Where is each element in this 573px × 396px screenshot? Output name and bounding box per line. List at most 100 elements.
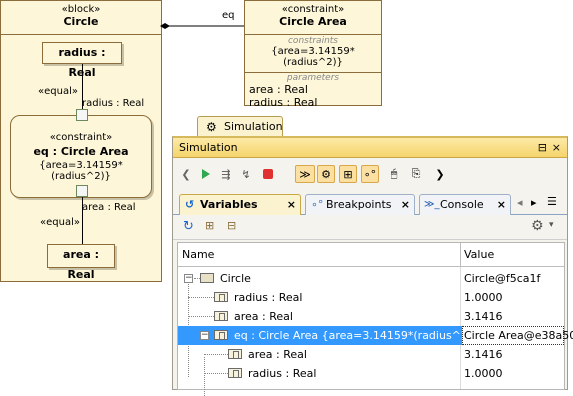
table-row[interactable]: radius : Real 1.0000 (178, 364, 564, 383)
column-header-value[interactable]: Value (464, 243, 494, 267)
simulation-window: Simulation ⊟ × ❮ ⇶ ↯ ≫ ⚙ ⊞ ∘° 🖱 ⎘ ❯ ↺ Va… (172, 136, 573, 396)
circle-block-header: «block» Circle (1, 1, 161, 35)
area-port-label: area : Real (82, 202, 136, 213)
row-value: Circle Area@e38a50 (462, 326, 573, 345)
property-icon (214, 311, 228, 321)
close-icon[interactable]: × (497, 195, 506, 214)
chevron-right-icon[interactable]: ❯ (431, 165, 449, 183)
collapse-icon[interactable]: − (184, 274, 193, 283)
simulation-toolbar: ❮ ⇶ ↯ ≫ ⚙ ⊞ ∘° 🖱 ⎘ ❯ (173, 159, 567, 189)
variables-table: Name Value − Circle Circle@f5ca1f radius… (177, 242, 573, 396)
mouse-icon[interactable]: 🖱 (385, 165, 403, 183)
table-row[interactable]: − Circle Circle@f5ca1f (178, 269, 564, 288)
run-button[interactable] (197, 165, 215, 183)
area-part[interactable]: area : Real (47, 244, 115, 281)
tab-console[interactable]: ≫_ Console × (419, 194, 511, 215)
silent-mode-toggle[interactable]: ⊞ (339, 165, 357, 183)
table-row[interactable]: radius : Real 1.0000 (178, 288, 564, 307)
eq-association[interactable] (160, 20, 246, 30)
scroll-right-icon[interactable]: ▸ (531, 196, 537, 209)
parameters-compartment-title: parameters (286, 73, 340, 83)
row-name: Circle (220, 272, 251, 285)
row-name: radius : Real (248, 367, 317, 380)
constraint-name: eq : Circle Area (33, 145, 129, 158)
constraint-stereotype: «constraint» (49, 132, 113, 143)
variables-icon: ↺ (185, 198, 195, 211)
close-icon[interactable]: × (401, 195, 410, 214)
constraint-text: {area=3.14159*(radius^2)} (271, 46, 355, 68)
restore-icon[interactable]: ⊟ (538, 138, 547, 158)
constraints-compartment-title: constraints (287, 36, 338, 46)
table-header: Name Value (178, 243, 564, 267)
play-icon (202, 169, 210, 179)
step-into-icon[interactable]: ⇶ (217, 165, 235, 183)
row-value: 3.1416 (464, 348, 503, 361)
row-value: 1.0000 (464, 367, 503, 380)
table-row-selected[interactable]: − eq : Circle Area {area=3.14159*(radius… (178, 326, 573, 345)
close-icon[interactable]: × (287, 195, 296, 214)
tab-breakpoints[interactable]: ∘° Breakpoints × (305, 194, 415, 215)
eq-association-label: eq (222, 10, 235, 21)
row-name: eq : Circle Area {area=3.14159*(radius^2… (234, 329, 480, 342)
terminate-button[interactable] (259, 165, 277, 183)
column-header-name[interactable]: Name (182, 243, 214, 267)
collapse-all-icon[interactable]: ⊟ (227, 219, 236, 232)
console-icon: ≫_ (424, 199, 440, 210)
export-icon[interactable]: ⎘ (407, 165, 425, 183)
scroll-left-icon[interactable]: ◂ (517, 196, 523, 209)
collapse-icon[interactable]: − (200, 331, 209, 340)
row-value: Circle@f5ca1f (464, 272, 541, 285)
gear-icon: ⚙ (321, 167, 331, 181)
table-row[interactable]: area : Real 3.1416 (178, 307, 564, 326)
gear-icon: ⚙ (206, 120, 217, 134)
animation-icon: ≫ (299, 167, 311, 181)
tab-console-label: Console (440, 198, 484, 211)
composition-diamond-icon (160, 23, 170, 29)
equal-bottom-label: «equal» (40, 217, 80, 228)
row-name: area : Real (234, 310, 293, 323)
tab-breakpoints-label: Breakpoints (326, 198, 392, 211)
tab-variables-label: Variables (200, 198, 258, 211)
parameter-icon (228, 368, 242, 378)
step-back-icon[interactable]: ❮ (177, 165, 195, 183)
block-instance-icon (200, 273, 214, 283)
circle-area-stereotype: «constraint» (281, 4, 345, 15)
table-row[interactable]: area : Real 3.1416 (178, 345, 564, 364)
circle-area-header: «constraint» Circle Area (245, 1, 381, 35)
simulation-subtabs: ↺ Variables × ∘° Breakpoints × ≫_ Consol… (173, 191, 567, 215)
variables-toolbar: ↻ ⊞ ⊟ ⚙ ▾ (173, 216, 567, 240)
parameter-item: radius : Real (249, 96, 318, 109)
expand-all-icon[interactable]: ⊞ (205, 219, 214, 232)
chevron-down-icon[interactable]: ▾ (549, 220, 554, 230)
tab-variables[interactable]: ↺ Variables × (179, 194, 301, 215)
property-icon (214, 292, 228, 302)
close-icon[interactable]: × (552, 138, 561, 158)
tab-simulation-label: Simulation (224, 120, 283, 133)
row-name: radius : Real (234, 291, 303, 304)
simulation-title: Simulation (179, 141, 238, 154)
constraint-expression: {area=3.14159*(radius^2)} (39, 160, 123, 182)
radius-part[interactable]: radius : Real (42, 42, 122, 79)
list-tabs-icon[interactable]: ☰ (547, 195, 557, 208)
block-name: Circle (63, 15, 99, 28)
refresh-icon[interactable]: ↻ (183, 219, 194, 234)
settings-gear-icon[interactable]: ⚙ (531, 218, 544, 234)
stop-icon (263, 169, 273, 179)
breakpoints-icon: ∘° (311, 198, 324, 211)
auto-start-toggle[interactable]: ⚙ (317, 165, 335, 183)
row-value: 1.0000 (464, 291, 503, 304)
circle-area-block[interactable]: «constraint» Circle Area constraints {ar… (244, 0, 382, 109)
radius-port[interactable] (76, 109, 88, 121)
nodes-icon: ∘° (363, 167, 377, 181)
area-port[interactable] (76, 185, 88, 197)
breakpoint-toggle[interactable]: ∘° (361, 165, 379, 183)
row-value: 3.1416 (464, 310, 503, 323)
radius-port-label: radius : Real (82, 98, 145, 109)
parameter-item: area : Real (249, 83, 308, 96)
constraint-property-icon (214, 330, 228, 340)
parameter-icon (228, 349, 242, 359)
animation-toggle[interactable]: ≫ (295, 165, 315, 183)
simulation-titlebar: Simulation ⊟ × (173, 138, 567, 158)
step-over-icon[interactable]: ↯ (237, 165, 255, 183)
tab-simulation[interactable]: ⚙ Simulation (197, 116, 283, 137)
